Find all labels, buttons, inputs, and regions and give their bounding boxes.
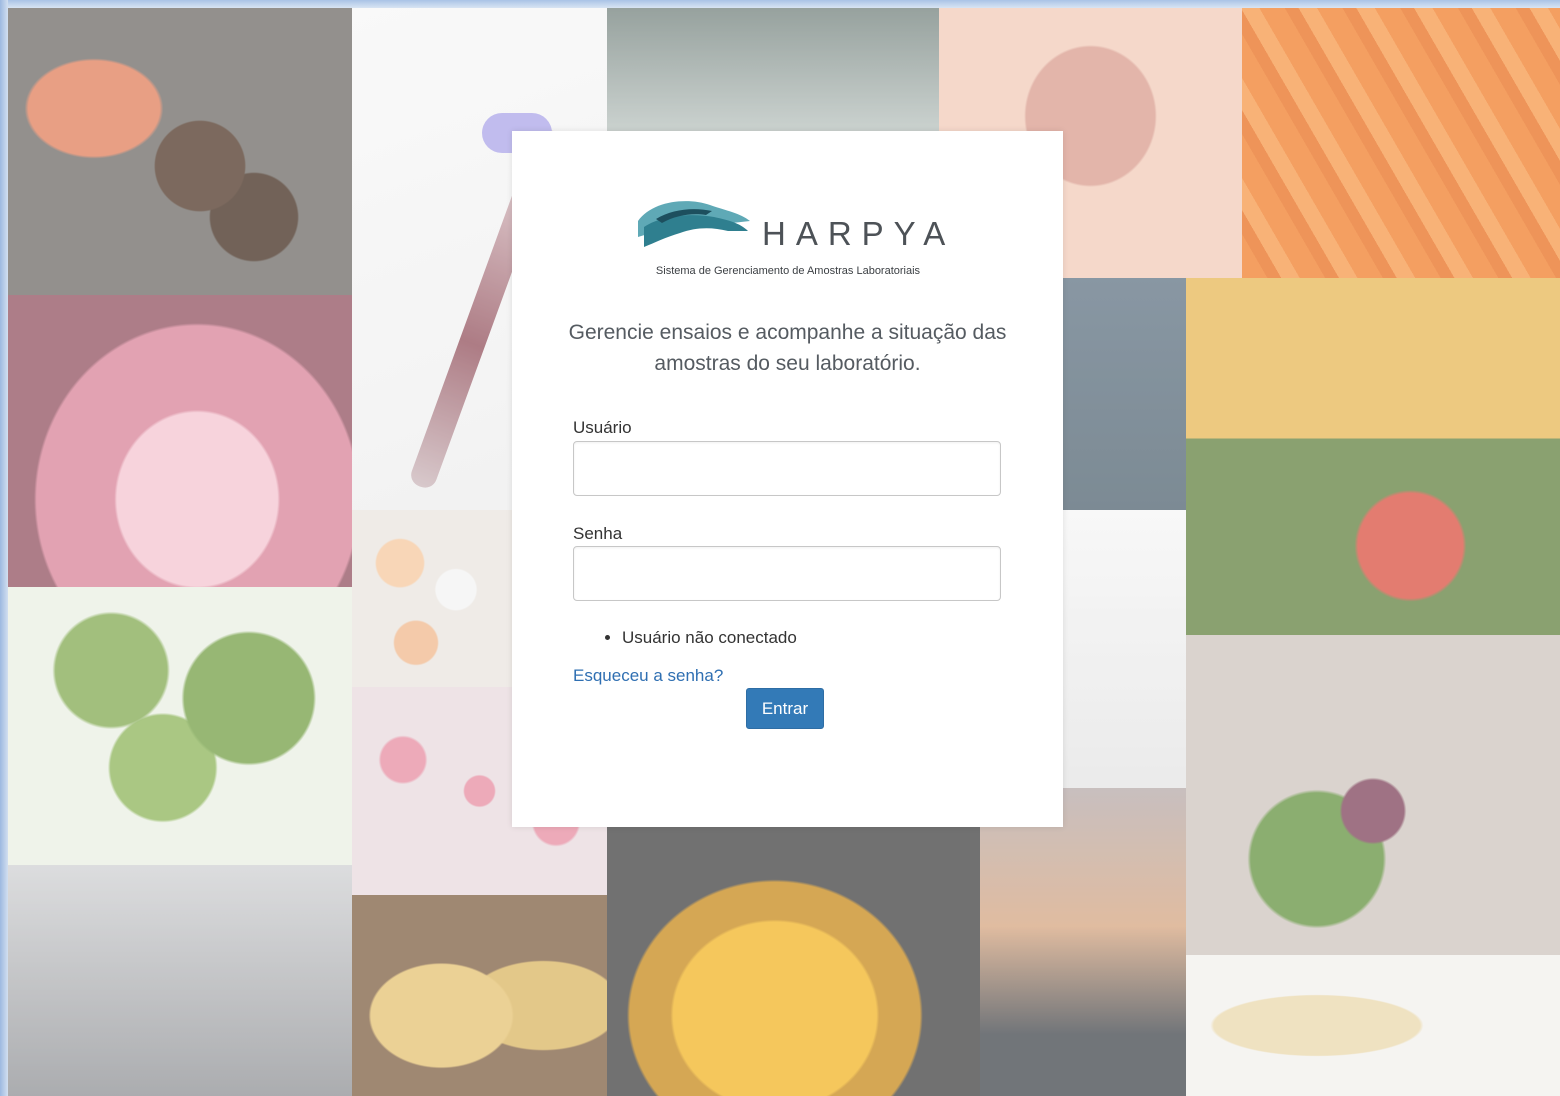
- harpy-eagle-icon: [638, 201, 750, 247]
- collage-carrots-tile: [1242, 8, 1560, 278]
- collage-flasks-tile: [607, 8, 939, 131]
- window-frame-top: [0, 0, 1560, 8]
- collage-lab-machine-tile: [8, 865, 352, 1096]
- collage-sunset-tile: [980, 788, 1186, 1096]
- collage-pills-tile: [352, 510, 512, 687]
- username-label: Usuário: [573, 418, 632, 437]
- password-input[interactable]: [573, 546, 1001, 601]
- collage-pink-lab-tile: [8, 295, 352, 587]
- collage-bottles-peppers-tile: [1186, 278, 1560, 635]
- login-button[interactable]: Entrar: [746, 688, 824, 729]
- tagline: Gerencie ensaios e acompanhe a situação …: [568, 321, 1007, 375]
- brand-subtitle: Sistema de Gerenciamento de Amostras Lab…: [655, 265, 921, 277]
- window-frame-left: [0, 0, 8, 1096]
- login-card: HARPYA Sistema de Gerenciamento de Amost…: [512, 131, 1063, 827]
- brand-logo: HARPYA Sistema de Gerenciamento de Amost…: [632, 193, 952, 283]
- collage-salad-tile: [1186, 635, 1560, 955]
- password-label: Senha: [573, 524, 623, 543]
- brand-wordmark: HARPYA: [762, 215, 956, 252]
- username-input[interactable]: [573, 441, 1001, 496]
- collage-capsules-tile: [607, 827, 980, 1096]
- collage-broccoli-tile: [8, 587, 352, 865]
- status-message-list: Usuário não conectado: [573, 628, 797, 648]
- collage-water-tile: [1063, 278, 1186, 510]
- status-message: Usuário não conectado: [622, 628, 797, 648]
- forgot-password-link[interactable]: Esqueceu a senha?: [573, 666, 723, 686]
- collage-oil-spoon-tile: [1063, 510, 1186, 788]
- collage-coffee-tile: [8, 8, 352, 295]
- collage-potatoes-tile: [352, 895, 607, 1096]
- collage-dumplings-tile: [1186, 955, 1560, 1096]
